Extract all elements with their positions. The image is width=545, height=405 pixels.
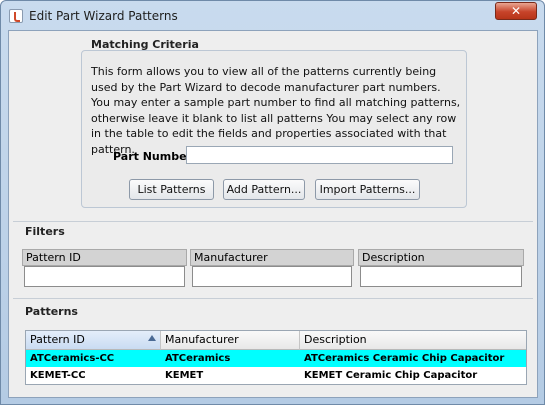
title-bar[interactable]: Edit Part Wizard Patterns ✕ xyxy=(1,1,544,31)
table-row[interactable]: KEMET-CC KEMET KEMET Ceramic Chip Capaci… xyxy=(26,367,526,384)
sort-ascending-icon xyxy=(148,335,156,341)
part-number-input[interactable] xyxy=(186,146,453,164)
filter-description-input[interactable] xyxy=(360,266,522,287)
dialog-window: Edit Part Wizard Patterns ✕ Matching Cri… xyxy=(0,0,545,405)
matching-criteria-panel: This form allows you to view all of the … xyxy=(81,50,467,208)
patterns-table: Pattern ID Manufacturer Description ATCe… xyxy=(25,330,527,385)
import-patterns-button[interactable]: Import Patterns... xyxy=(315,179,420,200)
table-cell-pattern-id: ATCeramics-CC xyxy=(30,353,115,364)
matching-criteria-description: This form allows you to view all of the … xyxy=(91,65,461,156)
table-cell-description: KEMET Ceramic Chip Capacitor xyxy=(304,370,478,381)
filter-description-label: Description xyxy=(358,249,524,266)
close-button[interactable]: ✕ xyxy=(495,2,537,20)
table-cell-description: ATCeramics Ceramic Chip Capacitor xyxy=(304,353,505,364)
column-header-manufacturer[interactable]: Manufacturer xyxy=(161,331,300,350)
patterns-divider xyxy=(13,298,533,299)
table-cell-manufacturer: KEMET xyxy=(165,370,204,381)
java-app-icon xyxy=(9,9,23,23)
filter-manufacturer: Manufacturer xyxy=(190,249,354,289)
filter-manufacturer-label: Manufacturer xyxy=(190,249,354,266)
list-patterns-button[interactable]: List Patterns xyxy=(129,179,214,200)
table-cell-pattern-id: KEMET-CC xyxy=(30,370,86,381)
table-row[interactable]: ATCeramics-CC ATCeramics ATCeramics Cera… xyxy=(26,350,526,367)
column-header-description[interactable]: Description xyxy=(300,331,526,350)
window-title: Edit Part Wizard Patterns xyxy=(29,9,178,23)
filter-manufacturer-input[interactable] xyxy=(192,266,352,287)
column-header-pattern-id[interactable]: Pattern ID xyxy=(26,331,161,350)
part-number-label: Part Number: xyxy=(113,150,197,163)
filters-divider xyxy=(13,221,533,222)
add-pattern-button[interactable]: Add Pattern... xyxy=(223,179,305,200)
patterns-title: Patterns xyxy=(25,305,78,318)
column-header-pattern-id-label: Pattern ID xyxy=(30,333,85,346)
filter-pattern-id: Pattern ID xyxy=(22,249,187,289)
dialog-content: Matching Criteria This form allows you t… xyxy=(8,30,538,398)
table-cell-manufacturer: ATCeramics xyxy=(165,353,231,364)
filter-description: Description xyxy=(358,249,524,289)
filters-title: Filters xyxy=(25,225,65,238)
filter-pattern-id-input[interactable] xyxy=(24,266,185,287)
filter-pattern-id-label: Pattern ID xyxy=(22,249,187,266)
